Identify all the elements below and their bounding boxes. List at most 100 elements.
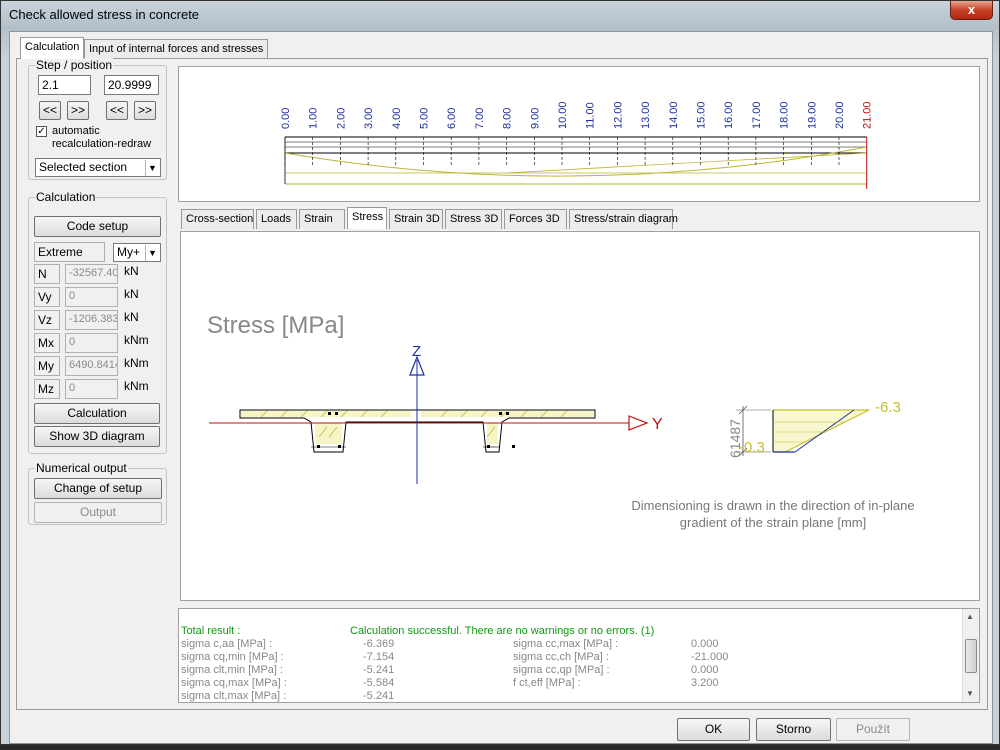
tab-calculation[interactable]: Calculation [20, 37, 85, 59]
ok-button[interactable]: OK [677, 718, 750, 741]
change-setup-button[interactable]: Change of setup [34, 478, 162, 499]
station-label: 11.00 [585, 102, 597, 129]
chevron-down-icon: ▼ [145, 245, 159, 261]
numerical-output-label: Numerical output [35, 461, 128, 475]
station-label: 17.00 [751, 101, 763, 129]
station-label: 0.00 [280, 108, 292, 129]
window-title: Check allowed stress in concrete [9, 7, 200, 22]
station-label: 10.00 [557, 101, 569, 129]
station-label: 2.00 [335, 108, 347, 129]
view-tab-strain-3d[interactable]: Strain 3D [389, 209, 443, 229]
station-label: 21.00 [862, 101, 874, 129]
force-value-n[interactable]: -32567.40 [65, 264, 118, 284]
result-left-name: sigma cq,min [MPa] : [181, 651, 284, 663]
result-right-value: -21.000 [691, 651, 729, 663]
taskbar [0, 745, 1000, 750]
result-right-name: sigma cc,qp [MPa] : [513, 664, 610, 676]
calculation-group-label: Calculation [35, 190, 97, 204]
station-label: 3.00 [363, 108, 375, 129]
code-setup-button[interactable]: Code setup [34, 216, 161, 237]
step-prev-button[interactable]: << [39, 101, 61, 120]
result-left-value: -5.241 [363, 664, 395, 676]
force-value-mz[interactable]: 0 [65, 379, 118, 399]
results-scrollbar[interactable]: ▲ ▼ [962, 609, 979, 702]
view-tab-forces-3d[interactable]: Forces 3D [504, 209, 567, 229]
force-value-my[interactable]: 6490.8414 [65, 356, 118, 376]
result-status: Calculation successful. There are no war… [350, 625, 655, 637]
position-prev-button[interactable]: << [106, 101, 128, 120]
force-value-vz[interactable]: -1206.383 [65, 310, 118, 330]
position-next-button[interactable]: >> [134, 101, 156, 120]
results-panel[interactable]: Total result : Calculation successful. T… [178, 608, 980, 703]
result-right-name: sigma cc,ch [MPa] : [513, 651, 609, 663]
station-label: 7.00 [474, 108, 486, 129]
force-value-vy[interactable]: 0 [65, 287, 118, 307]
station-label: 8.00 [502, 108, 514, 129]
section-select[interactable]: Selected section ▼ [35, 158, 161, 177]
beam-view-panel[interactable]: 0.00 1.00 2.00 3.00 4.00 5.00 6.00 7.00 8.00 9.00… [178, 66, 980, 202]
output-button[interactable]: Output [34, 502, 162, 523]
position-input[interactable]: 20.9999 [104, 75, 159, 95]
dimension-note-1: Dimensioning is drawn in the direction o… [631, 498, 914, 513]
extreme-select[interactable]: My+ ▼ [113, 243, 161, 262]
z-axis-label: Z [412, 343, 421, 360]
station-label: 20.00 [834, 101, 846, 129]
show-3d-diagram-button[interactable]: Show 3D diagram [34, 426, 160, 447]
result-left-name: sigma c,aa [MPa] : [181, 638, 273, 650]
dimension-note-2: gradient of the strain plane [mm] [680, 515, 866, 530]
view-tab-stress[interactable]: Stress [347, 207, 387, 229]
stress-diagram: Stress [MPa] Y Z -6.3 -0.3 61487 Dimensi… [207, 312, 915, 530]
scroll-up-icon[interactable]: ▲ [966, 612, 974, 621]
step-next-button[interactable]: >> [67, 101, 89, 120]
tab-input-forces[interactable]: Input of internal forces and stresses [84, 39, 269, 59]
force-name-vz: Vz [34, 310, 60, 330]
station-label: 16.00 [723, 101, 735, 129]
station-label: 5.00 [419, 108, 431, 129]
calculation-button[interactable]: Calculation [34, 403, 160, 424]
dimension-value: 61487 [727, 419, 743, 458]
result-left-value: -5.241 [363, 690, 395, 702]
view-tab-stress-3d[interactable]: Stress 3D [445, 209, 502, 229]
result-left-name: sigma clt,max [MPa] : [181, 690, 287, 702]
extreme-label: Extreme [34, 242, 105, 262]
apply-button[interactable]: Použít [836, 718, 910, 741]
force-unit-vz: kN [124, 310, 139, 324]
total-result-label: Total result : [181, 625, 241, 637]
stress-diagram-panel[interactable]: Stress [MPa] Y Z -6.3 -0.3 61487 Dimensi… [180, 231, 980, 601]
tendon-profile [506, 152, 867, 174]
dialog-window: Check allowed stress in concrete x Calcu… [0, 0, 1000, 745]
dialog-client: Calculation Input of internal forces and… [9, 31, 993, 744]
close-button[interactable]: x [950, 1, 993, 20]
view-tab-stress-strain-diagram[interactable]: Stress/strain diagram [569, 209, 678, 229]
auto-recalc-checkbox[interactable]: ✓ [36, 126, 47, 137]
view-tab-strain[interactable]: Strain [299, 209, 345, 229]
view-tab-loads[interactable]: Loads [256, 209, 297, 229]
result-left-name: sigma clt,min [MPa] : [181, 664, 284, 676]
chevron-down-icon: ▼ [145, 160, 159, 176]
title-bar[interactable]: Check allowed stress in concrete x [1, 1, 999, 29]
force-name-mx: Mx [34, 333, 60, 353]
result-right-value: 0.000 [691, 664, 719, 676]
diagram-title: Stress [MPa] [207, 312, 344, 339]
storno-button[interactable]: Storno [756, 718, 831, 741]
result-left-value: -7.154 [363, 651, 395, 663]
station-label: 9.00 [529, 108, 541, 129]
result-left-value: -6.369 [363, 638, 395, 650]
force-name-n: N [34, 264, 60, 284]
result-left-value: -5.584 [363, 677, 395, 689]
result-right-name: f ct,eff [MPa] : [513, 677, 581, 689]
tendon-profile [284, 146, 867, 177]
force-name-my: My [34, 356, 60, 376]
station-label: 1.00 [308, 108, 320, 129]
scroll-down-icon[interactable]: ▼ [966, 689, 974, 698]
force-value-mx[interactable]: 0 [65, 333, 118, 353]
view-tab-cross-section[interactable]: Cross-section [181, 209, 254, 229]
result-left-name: sigma cq,max [MPa] : [181, 677, 287, 689]
auto-recalc-label-1: automatic [52, 125, 100, 137]
station-label: 4.00 [391, 108, 403, 129]
step-input[interactable]: 2.1 [38, 75, 91, 95]
scroll-thumb[interactable] [965, 639, 977, 673]
force-name-vy: Vy [34, 287, 60, 307]
station-label: 15.00 [696, 101, 708, 129]
station-label: 6.00 [446, 108, 458, 129]
